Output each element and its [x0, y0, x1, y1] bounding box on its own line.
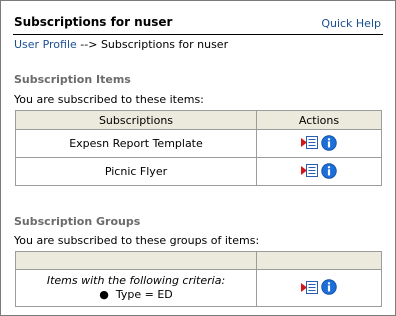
row-actions: [256, 269, 382, 307]
list-details-icon[interactable]: [301, 164, 318, 178]
criteria-heading: Items with the following criteria:: [46, 274, 226, 287]
column-header-subscriptions: Subscriptions: [15, 110, 257, 130]
subscription-name: Picnic Flyer: [15, 157, 257, 186]
subscription-items-title: Subscription Items: [14, 73, 131, 86]
subscription-name: Expesn Report Template: [15, 129, 257, 158]
quick-help-link[interactable]: Quick Help: [321, 17, 381, 30]
page-header: Subscriptions for nuser Quick Help: [13, 15, 383, 35]
row-actions: [256, 157, 382, 186]
breadcrumb-user-profile-link[interactable]: User Profile: [14, 38, 77, 51]
criteria-item: ● Type = ED: [16, 288, 256, 302]
info-icon[interactable]: [321, 163, 337, 179]
table-header-row: [15, 251, 382, 270]
row-actions: [256, 129, 382, 158]
column-header-blank: [256, 251, 382, 270]
info-icon[interactable]: [321, 135, 337, 151]
bullet-icon: ●: [99, 288, 116, 301]
breadcrumb: User Profile --> Subscriptions for nuser: [14, 38, 228, 51]
info-icon[interactable]: [321, 279, 337, 295]
criteria-value: Type = ED: [115, 288, 173, 301]
table-row: Items with the following criteria: ● Typ…: [15, 269, 382, 307]
breadcrumb-separator: -->: [76, 38, 101, 51]
page-title: Subscriptions for nuser: [14, 15, 173, 29]
list-details-icon[interactable]: [301, 280, 318, 294]
subscriptions-panel: Subscriptions for nuser Quick Help User …: [0, 0, 396, 316]
table-row: Picnic Flyer: [15, 157, 382, 186]
subscription-groups-description: You are subscribed to these groups of it…: [14, 234, 260, 247]
table-header-row: Subscriptions Actions: [15, 110, 382, 130]
column-header-blank: [15, 251, 257, 270]
subscription-items-table: Subscriptions Actions Expesn Report Temp…: [15, 110, 382, 186]
list-details-icon[interactable]: [301, 136, 318, 150]
group-criteria-cell: Items with the following criteria: ● Typ…: [15, 269, 257, 307]
subscription-items-description: You are subscribed to these items:: [14, 93, 204, 106]
column-header-actions: Actions: [256, 110, 382, 130]
subscription-groups-title: Subscription Groups: [14, 215, 141, 228]
table-row: Expesn Report Template: [15, 129, 382, 158]
subscription-groups-table: Items with the following criteria: ● Typ…: [15, 251, 382, 307]
breadcrumb-current: Subscriptions for nuser: [100, 38, 229, 51]
